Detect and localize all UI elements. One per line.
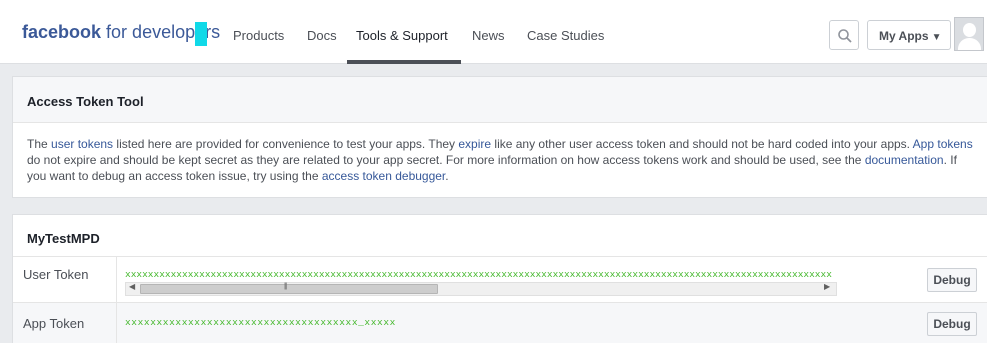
scrollbar-grip-icon: ||| <box>284 283 288 290</box>
facebook-for-developers-logo[interactable]: facebook for developers <box>22 22 220 43</box>
access-token-tool-card: Access Token Tool The user tokens listed… <box>12 76 987 198</box>
nav-news[interactable]: News <box>472 0 505 64</box>
desc-text-6: . <box>445 169 449 183</box>
search-icon <box>838 29 852 43</box>
desc-text-1: The <box>27 137 52 151</box>
user-tokens-link[interactable]: user tokens <box>51 137 113 151</box>
app-token-row: App Token xxxxxxxxxxxxxxxxxxxxxxxxxxxxxx… <box>13 303 987 343</box>
top-navigation-bar: facebook for developers Products Docs To… <box>0 0 987 64</box>
search-button[interactable] <box>829 20 859 50</box>
debug-app-token-button[interactable]: Debug <box>927 312 977 336</box>
scroll-right-arrow-icon[interactable]: ▶ <box>824 282 830 291</box>
nav-tools-support[interactable]: Tools & Support <box>356 0 448 64</box>
user-token-row: User Token xxxxxxxxxxxxxxxxxxxxxxxxxxxxx… <box>13 257 987 303</box>
avatar-body-shape <box>958 38 981 50</box>
avatar[interactable] <box>954 17 984 51</box>
access-token-description: The user tokens listed here are provided… <box>13 123 987 184</box>
debug-user-token-button[interactable]: Debug <box>927 268 977 292</box>
logo-facebook-text: facebook <box>22 22 102 42</box>
active-nav-indicator <box>347 60 461 64</box>
user-token-value[interactable]: xxxxxxxxxxxxxxxxxxxxxxxxxxxxxxxxxxxxxxxx… <box>125 269 837 280</box>
desc-text-2: listed here are provided for convenience… <box>113 137 459 151</box>
nav-docs[interactable]: Docs <box>307 0 337 64</box>
documentation-link[interactable]: documentation <box>865 153 944 167</box>
avatar-head-shape <box>963 23 976 37</box>
access-token-debugger-link[interactable]: access token debugger <box>322 169 445 183</box>
app-tokens-link[interactable]: App tokens <box>913 137 973 151</box>
app-token-value[interactable]: xxxxxxxxxxxxxxxxxxxxxxxxxxxxxxxxxxxxx_xx… <box>125 317 396 328</box>
user-token-horizontal-scrollbar[interactable]: ◀ ||| ▶ <box>125 282 837 296</box>
nav-case-studies[interactable]: Case Studies <box>527 0 604 64</box>
caret-down-icon: ▼ <box>931 32 942 43</box>
my-apps-dropdown[interactable]: My Apps ▼ <box>867 20 951 50</box>
expire-link[interactable]: expire <box>458 137 491 151</box>
app-token-label: App Token <box>13 303 117 343</box>
page-title: Access Token Tool <box>13 77 987 123</box>
app-name: MyTestMPD <box>13 215 987 257</box>
desc-text-3: like any other user access token and sho… <box>491 137 913 151</box>
user-token-label: User Token <box>13 257 117 302</box>
my-apps-label: My Apps <box>879 29 929 43</box>
desc-text-4: do not expire and should be kept secret … <box>27 153 865 167</box>
nav-products[interactable]: Products <box>233 0 284 64</box>
scroll-left-arrow-icon[interactable]: ◀ <box>129 282 135 291</box>
brand-accent-mark <box>195 22 207 46</box>
app-tokens-card: MyTestMPD User Token xxxxxxxxxxxxxxxxxxx… <box>12 214 987 343</box>
scrollbar-thumb[interactable]: ||| <box>140 283 438 294</box>
